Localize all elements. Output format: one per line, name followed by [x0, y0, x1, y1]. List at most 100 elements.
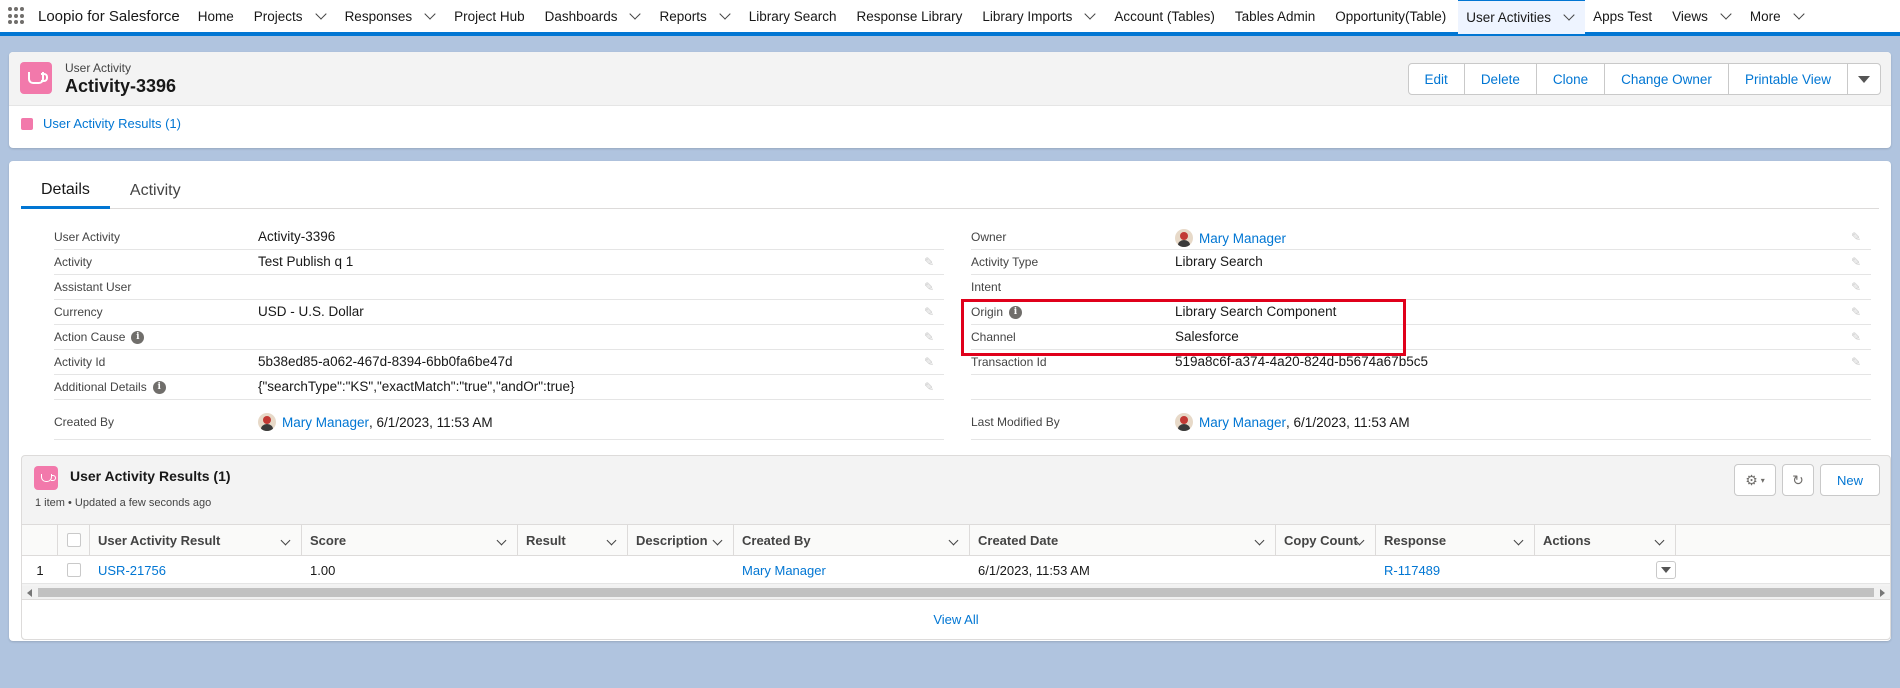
column-description[interactable]: Description	[628, 525, 734, 555]
edit-pencil-icon[interactable]: ✎	[924, 306, 936, 318]
chevron-down-icon[interactable]	[280, 535, 291, 546]
chevron-down-icon	[1858, 75, 1870, 83]
chevron-down-icon[interactable]	[1792, 7, 1805, 20]
nav-item-library-imports[interactable]: Library Imports	[974, 0, 1106, 34]
response-link[interactable]: R-117489	[1384, 563, 1440, 578]
edit-pencil-icon[interactable]: ✎	[1851, 331, 1863, 343]
created-by-link[interactable]: Mary Manager	[742, 563, 826, 578]
nav-item-response-library[interactable]: Response Library	[849, 0, 975, 34]
field-label-text: Additional Details	[54, 380, 147, 394]
chevron-down-icon[interactable]	[719, 7, 731, 20]
field-activity-type: Activity Type Library Search ✎	[971, 250, 1871, 275]
field-action-cause: Action Cause i ✎	[54, 325, 944, 350]
field-value: Test Publish q 1	[258, 254, 353, 269]
chevron-down-icon[interactable]	[314, 7, 327, 20]
edit-pencil-icon[interactable]: ✎	[1851, 306, 1863, 318]
nav-item-opportunity-table[interactable]: Opportunity(Table)	[1327, 0, 1458, 34]
created-date-cell: 6/1/2023, 11:53 AM	[978, 562, 1090, 578]
field-label: Activity Id	[54, 355, 105, 369]
chevron-down-icon[interactable]	[1563, 9, 1575, 21]
column-header-label: Description	[636, 532, 708, 548]
delete-button[interactable]: Delete	[1465, 64, 1537, 94]
nav-item-account-tables[interactable]: Account (Tables)	[1106, 0, 1227, 34]
chevron-down-icon[interactable]	[948, 535, 959, 546]
user-activity-results-link[interactable]: User Activity Results (1)	[43, 116, 181, 131]
edit-button[interactable]: Edit	[1409, 64, 1465, 94]
row-actions-button[interactable]	[1656, 561, 1676, 579]
nav-item-user-activities[interactable]: User Activities	[1458, 0, 1586, 34]
nav-item-tables-admin[interactable]: Tables Admin	[1227, 0, 1327, 34]
chevron-down-icon[interactable]	[424, 7, 436, 20]
column-actions[interactable]: Actions	[1535, 525, 1676, 555]
scroll-right-icon[interactable]	[1880, 589, 1885, 597]
column-created-date[interactable]: Created Date	[970, 525, 1276, 555]
chevron-down-icon[interactable]	[1254, 535, 1265, 546]
info-icon[interactable]: i	[152, 380, 166, 394]
related-quick-link: User Activity Results (1)	[21, 116, 181, 131]
nav-item-project-hub[interactable]: Project Hub	[446, 0, 537, 34]
nav-item-more[interactable]: More	[1742, 0, 1815, 34]
edit-pencil-icon[interactable]: ✎	[924, 356, 936, 368]
select-all-checkbox[interactable]	[66, 533, 81, 547]
horizontal-scrollbar[interactable]	[22, 586, 1890, 599]
tab-details[interactable]: Details	[21, 173, 110, 209]
chevron-down-icon[interactable]	[496, 535, 507, 546]
related-list-title[interactable]: User Activity Results (1)	[70, 468, 231, 484]
edit-pencil-icon[interactable]: ✎	[1851, 356, 1863, 368]
tab-activity[interactable]: Activity	[110, 173, 201, 209]
chevron-down-icon[interactable]	[1513, 535, 1524, 546]
chevron-down-icon[interactable]	[1084, 7, 1097, 20]
column-copy-count[interactable]: Copy Count	[1276, 525, 1376, 555]
chevron-down-icon[interactable]	[629, 7, 642, 20]
nav-item-home[interactable]: Home	[190, 0, 246, 34]
scroll-thumb[interactable]	[38, 588, 1874, 597]
table-cell	[518, 556, 628, 584]
edit-pencil-icon[interactable]: ✎	[924, 256, 936, 268]
new-button[interactable]: New	[1820, 464, 1880, 496]
list-settings-button[interactable]: ⚙ ▾	[1734, 464, 1776, 496]
app-launcher-icon[interactable]	[8, 7, 26, 25]
row-checkbox[interactable]	[67, 563, 81, 577]
user-link[interactable]: Mary Manager	[1199, 415, 1286, 430]
nav-item-apps-test[interactable]: Apps Test	[1585, 0, 1664, 34]
nav-item-reports[interactable]: Reports	[651, 0, 740, 34]
column-created-by[interactable]: Created By	[734, 525, 970, 555]
chevron-down-icon[interactable]	[1654, 535, 1665, 546]
edit-pencil-icon[interactable]: ✎	[924, 381, 936, 393]
nav-item-views[interactable]: Views	[1664, 0, 1742, 34]
nav-item-label: Response Library	[856, 8, 963, 24]
nav-items: Home Projects Responses Project Hub Dashboar…	[190, 0, 1815, 34]
nav-item-dashboards[interactable]: Dashboards	[537, 0, 652, 34]
edit-pencil-icon[interactable]: ✎	[1851, 256, 1863, 268]
result-link[interactable]: USR-21756	[98, 563, 166, 578]
related-list-subtitle: 1 item • Updated a few seconds ago	[35, 497, 212, 509]
nav-item-label: Projects	[253, 8, 303, 24]
scroll-left-icon[interactable]	[27, 589, 32, 597]
edit-pencil-icon[interactable]: ✎	[924, 281, 936, 293]
view-all-link[interactable]: View All	[933, 612, 978, 627]
change-owner-button[interactable]: Change Owner	[1605, 64, 1729, 94]
printable-view-button[interactable]: Printable View	[1729, 64, 1848, 94]
chevron-down-icon[interactable]	[712, 535, 723, 546]
nav-item-library-search[interactable]: Library Search	[741, 0, 849, 34]
refresh-button[interactable]: ↻	[1782, 464, 1814, 496]
edit-pencil-icon[interactable]: ✎	[924, 331, 936, 343]
edit-pencil-icon[interactable]: ✎	[1851, 231, 1863, 243]
column-score[interactable]: Score	[302, 525, 518, 555]
info-icon[interactable]: i	[131, 330, 145, 344]
nav-item-projects[interactable]: Projects	[246, 0, 337, 34]
field-label: Activity	[54, 255, 92, 269]
timestamp: , 6/1/2023, 11:53 AM	[1286, 414, 1410, 430]
owner-link[interactable]: Mary Manager	[1199, 231, 1286, 246]
more-actions-button[interactable]	[1848, 64, 1880, 94]
chevron-down-icon[interactable]	[606, 535, 617, 546]
nav-item-responses[interactable]: Responses	[337, 0, 447, 34]
field-intent: Intent ✎	[971, 275, 1871, 300]
user-link[interactable]: Mary Manager	[282, 415, 369, 430]
column-result[interactable]: Result	[518, 525, 628, 555]
chevron-down-icon[interactable]	[1720, 7, 1732, 20]
clone-button[interactable]: Clone	[1537, 64, 1606, 94]
column-response[interactable]: Response	[1376, 525, 1535, 555]
edit-pencil-icon[interactable]: ✎	[1851, 281, 1863, 293]
column-user-activity-result[interactable]: User Activity Result	[90, 525, 302, 555]
